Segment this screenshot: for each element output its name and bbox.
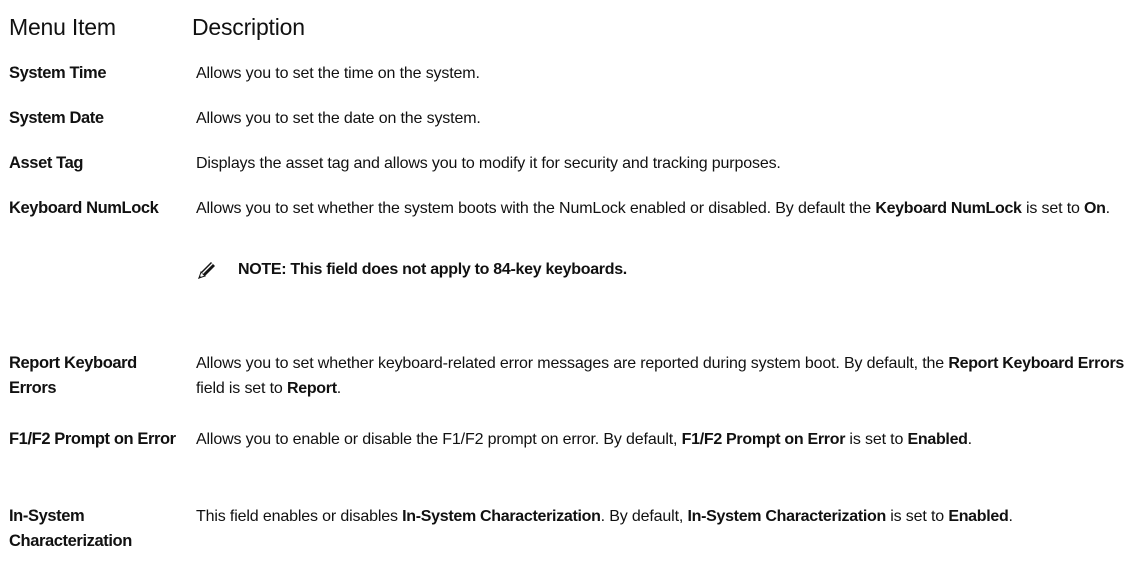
note-text: NOTE: This field does not apply to 84-ke… <box>238 261 627 278</box>
setting-name: In-System Characterization <box>687 508 886 525</box>
menu-item-label: Keyboard NumLock <box>9 199 159 217</box>
menu-item-label: In-System Characterization <box>9 507 132 550</box>
note-callout: NOTE: This field does not apply to 84-ke… <box>196 256 627 284</box>
menu-item-label: System Date <box>9 109 104 127</box>
setting-name: Report Keyboard Errors <box>948 355 1125 372</box>
menu-item-description: Allows you to set whether the system boo… <box>196 200 1110 217</box>
menu-item-description: Allows you to set the date on the system… <box>196 110 481 127</box>
setting-value: Enabled <box>907 431 968 448</box>
setting-name: In-System Characterization <box>402 508 601 525</box>
setting-name: F1/F2 Prompt on Error <box>681 431 846 448</box>
menu-item-label: Report Keyboard Errors <box>9 354 137 397</box>
menu-item-description: Allows you to set whether keyboard-relat… <box>196 355 1125 397</box>
setting-value: Report <box>286 380 337 397</box>
header-menu-item: Menu Item <box>9 14 116 40</box>
menu-item-label: System Time <box>9 64 107 82</box>
header-description: Description <box>192 14 305 40</box>
setting-name: Keyboard NumLock <box>875 200 1022 217</box>
setting-value: Enabled <box>948 508 1009 525</box>
setting-value: On <box>1084 200 1106 217</box>
pencil-note-icon <box>196 259 218 281</box>
menu-item-label: Asset Tag <box>9 154 84 172</box>
menu-item-description: This field enables or disables In-System… <box>196 508 1013 525</box>
menu-item-description: Allows you to enable or disable the F1/F… <box>196 431 972 448</box>
menu-item-label: F1/F2 Prompt on Error <box>9 430 176 448</box>
menu-item-description: Allows you to set the time on the system… <box>196 65 480 82</box>
menu-item-description: Displays the asset tag and allows you to… <box>196 155 781 172</box>
